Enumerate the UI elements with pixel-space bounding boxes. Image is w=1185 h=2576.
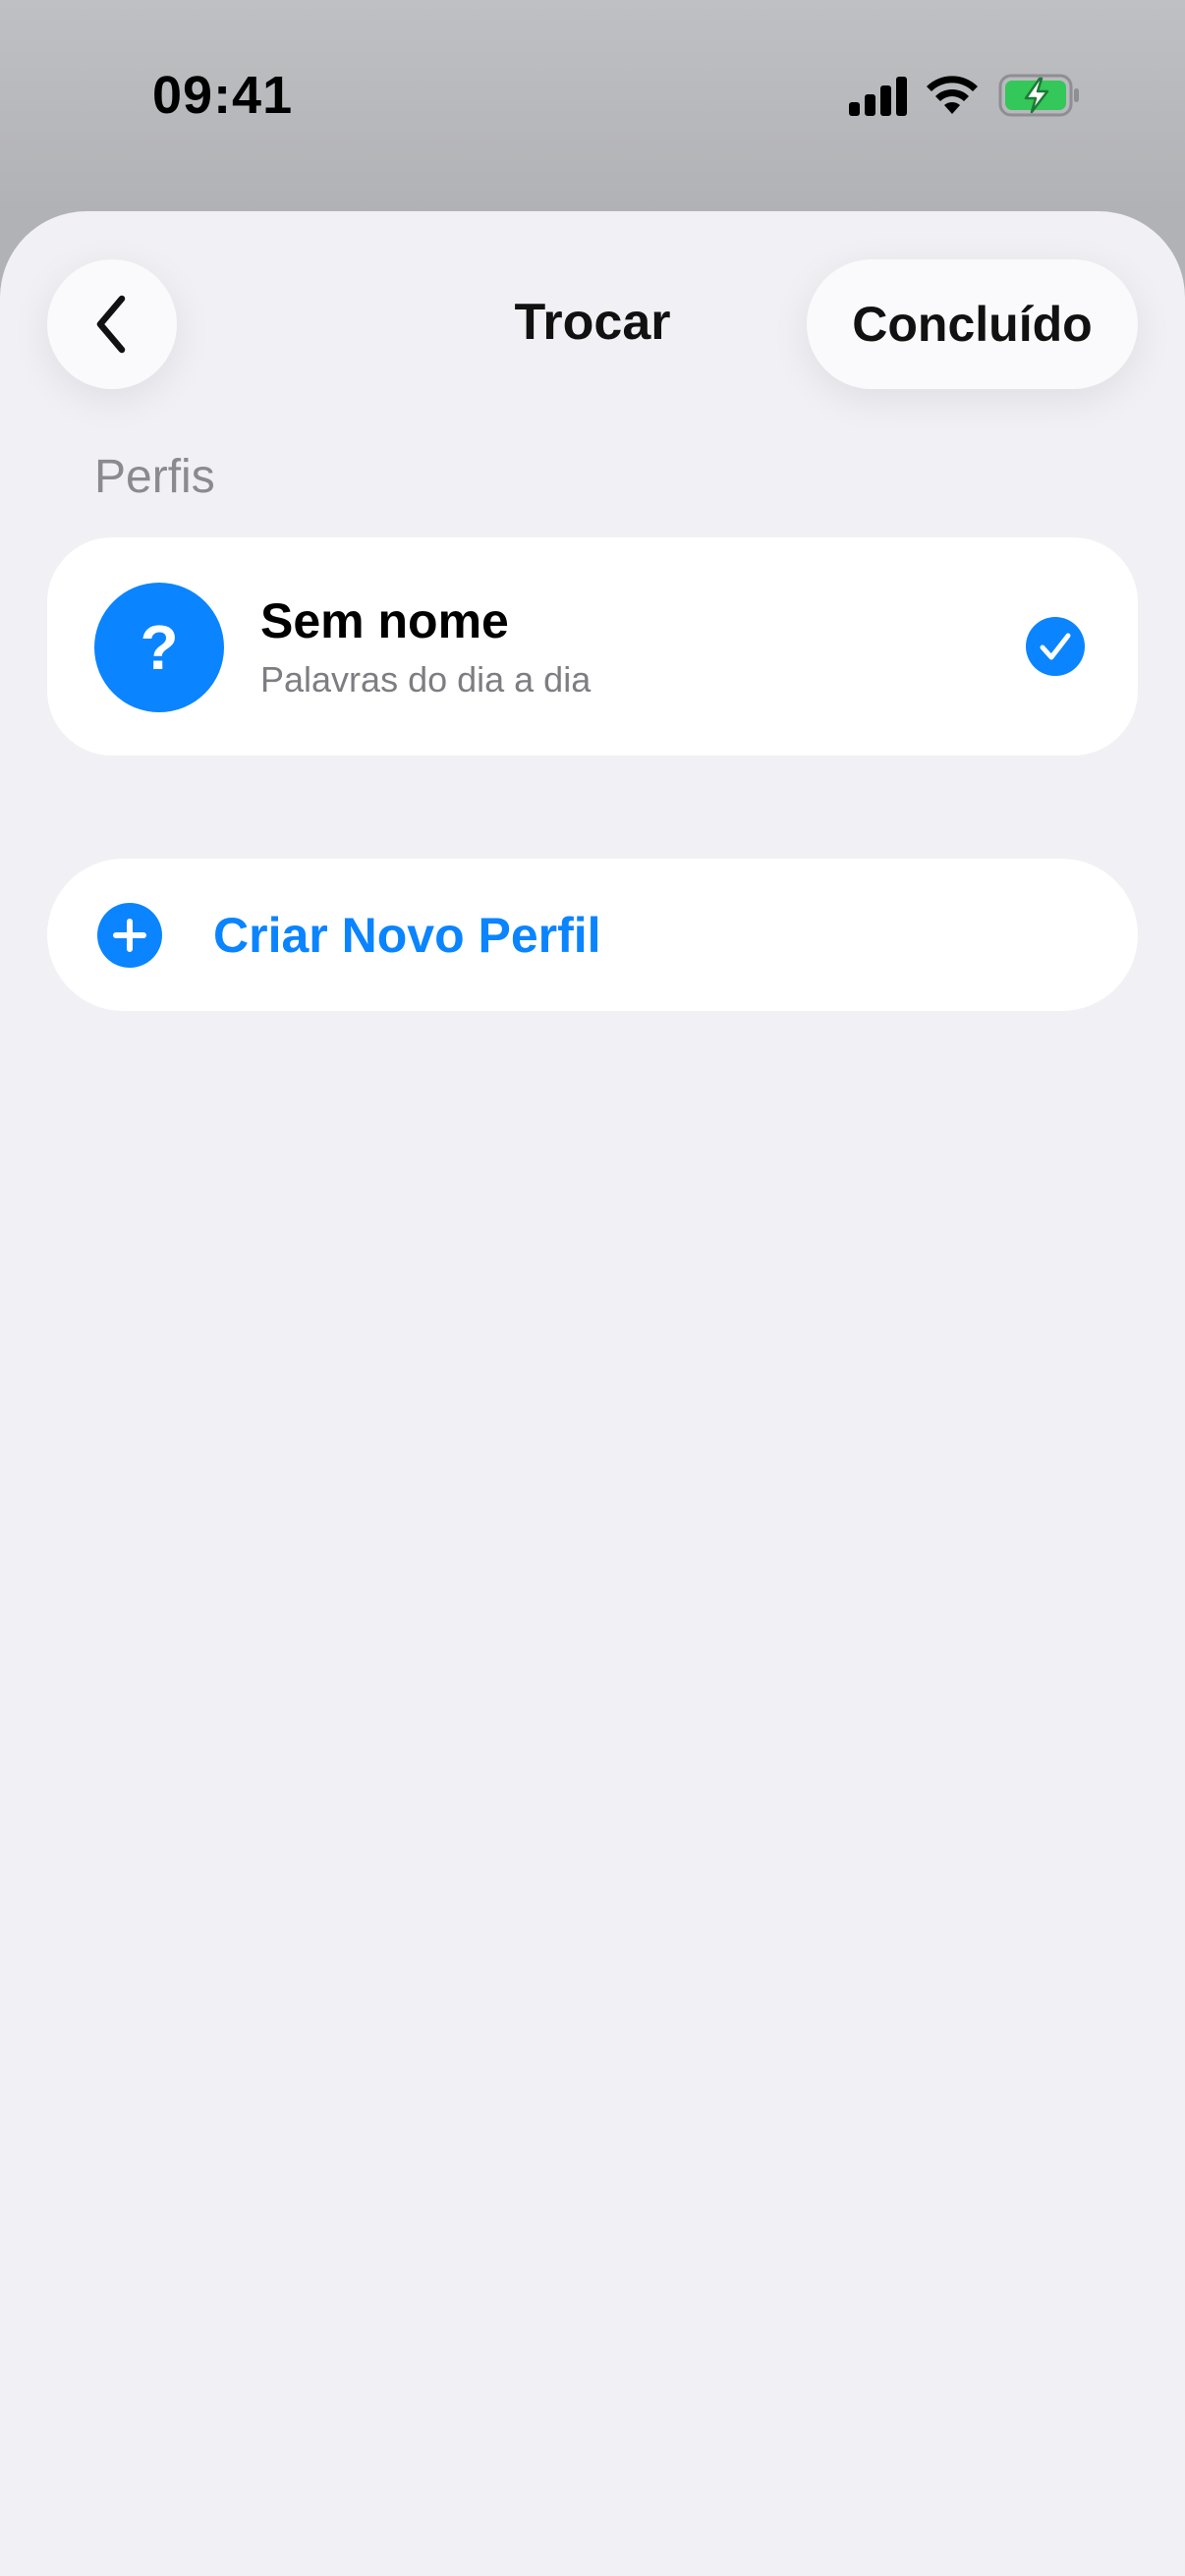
plus-circle-icon bbox=[97, 903, 162, 968]
profile-row[interactable]: ? Sem nome Palavras do dia a dia bbox=[47, 537, 1138, 756]
profile-name: Sem nome bbox=[260, 593, 509, 648]
battery-charging-icon bbox=[998, 74, 1079, 117]
create-profile-button[interactable]: Criar Novo Perfil bbox=[47, 859, 1138, 1011]
section-header-profiles: Perfis bbox=[94, 451, 215, 503]
profile-subtitle: Palavras do dia a dia bbox=[260, 659, 592, 700]
wifi-icon bbox=[927, 76, 978, 114]
done-button[interactable]: Concluído bbox=[807, 259, 1138, 389]
status-time: 09:41 bbox=[152, 66, 294, 125]
status-bar: 09:41 bbox=[0, 0, 1185, 196]
create-profile-label: Criar Novo Perfil bbox=[213, 908, 601, 963]
checkmark-circle-icon bbox=[1026, 617, 1085, 676]
profile-avatar: ? bbox=[94, 583, 224, 712]
signal-icon bbox=[849, 77, 907, 116]
